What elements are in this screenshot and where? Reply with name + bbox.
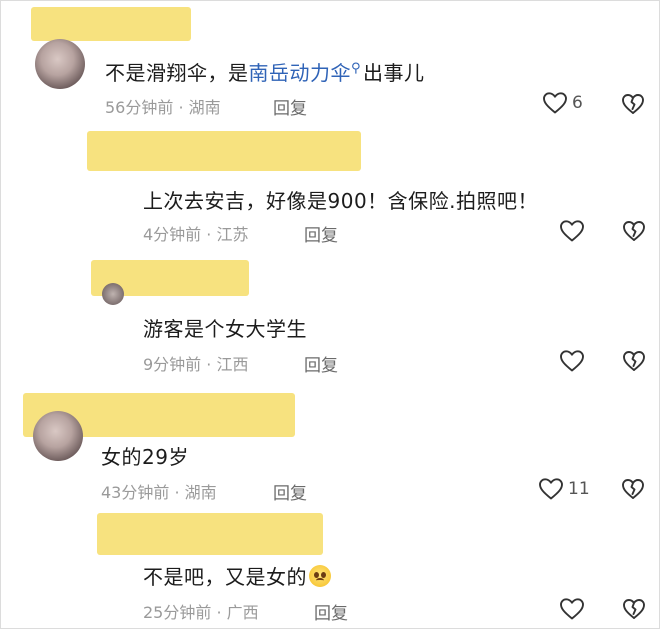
redacted-username <box>97 513 323 555</box>
comment-text: 上次去安吉，好像是900！含保险.拍照吧！ <box>143 189 539 213</box>
heart-outline-icon <box>560 220 584 242</box>
like-button[interactable]: 11 <box>538 477 590 501</box>
comment-text: 游客是个女大学生 <box>143 317 307 341</box>
dislike-button[interactable] <box>621 92 645 116</box>
avatar[interactable] <box>33 411 83 461</box>
heart-outline-icon <box>539 478 563 500</box>
like-button[interactable] <box>559 219 585 243</box>
heart-outline-icon <box>560 598 584 620</box>
comment-list: 不是滑翔伞，是南岳动力伞⚲ 出事儿 56分钟前 · 湖南 回复 6 上次去安吉，好… <box>0 0 660 629</box>
redacted-username <box>87 131 361 171</box>
reply-button[interactable]: 回复 <box>304 351 338 376</box>
avatar[interactable] <box>102 283 124 305</box>
comment-meta: 9分钟前 · 江西 <box>143 355 249 374</box>
dislike-button[interactable] <box>622 219 646 243</box>
comment-meta: 4分钟前 · 江苏 <box>143 225 249 244</box>
like-button[interactable]: 6 <box>542 91 583 115</box>
like-count: 6 <box>572 93 583 113</box>
reply-button[interactable]: 回复 <box>304 221 338 246</box>
comment-text: 女的29岁 <box>101 445 189 469</box>
like-button[interactable] <box>559 597 585 621</box>
reply-button[interactable]: 回复 <box>273 94 307 119</box>
broken-heart-icon <box>623 221 645 241</box>
comment-text: 不是滑翔伞，是南岳动力伞⚲ 出事儿 <box>105 61 425 85</box>
comment-text: 不是吧，又是女的 <box>143 561 331 590</box>
redacted-username <box>31 7 191 41</box>
broken-heart-icon <box>622 479 644 499</box>
broken-heart-icon <box>623 351 645 371</box>
like-count: 11 <box>568 479 590 499</box>
dislike-button[interactable] <box>621 477 645 501</box>
broken-heart-icon <box>622 94 644 114</box>
like-button[interactable] <box>559 349 585 373</box>
search-link[interactable]: 南岳动力伞⚲ <box>249 61 364 85</box>
reply-button[interactable]: 回复 <box>314 599 348 624</box>
comment-meta: 56分钟前 · 湖南 <box>105 98 221 117</box>
comment-meta: 43分钟前 · 湖南 <box>101 483 217 502</box>
reply-button[interactable]: 回复 <box>273 479 307 504</box>
dislike-button[interactable] <box>622 349 646 373</box>
broken-heart-icon <box>623 599 645 619</box>
avatar[interactable] <box>35 39 85 89</box>
comment-meta: 25分钟前 · 广西 <box>143 603 259 622</box>
heart-outline-icon <box>560 350 584 372</box>
heart-outline-icon <box>543 92 567 114</box>
pleading-face-emoji <box>309 565 331 587</box>
search-icon: ⚲ <box>351 61 362 77</box>
dislike-button[interactable] <box>622 597 646 621</box>
